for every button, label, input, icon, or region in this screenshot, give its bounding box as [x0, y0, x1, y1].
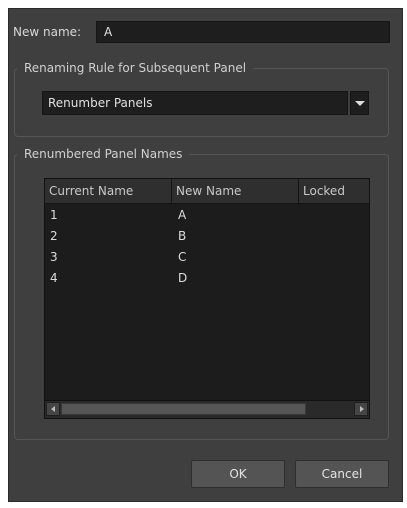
- column-header-new-name[interactable]: New Name: [172, 179, 299, 203]
- ok-button[interactable]: OK: [191, 460, 285, 488]
- new-name-label: New name:: [13, 25, 82, 39]
- renaming-rule-title: Renaming Rule for Subsequent Panel: [17, 61, 254, 75]
- cell-current-name: 4: [50, 271, 58, 285]
- table-row[interactable]: 2 B: [45, 227, 369, 248]
- chevron-down-icon[interactable]: [350, 91, 369, 115]
- cell-new-name: C: [178, 250, 187, 264]
- cell-new-name: A: [178, 208, 187, 222]
- table-row[interactable]: 4 D: [45, 269, 369, 290]
- column-header-locked[interactable]: Locked: [299, 179, 371, 203]
- table-row[interactable]: 3 C: [45, 248, 369, 269]
- cell-current-name: 3: [50, 250, 58, 264]
- cell-new-name: B: [178, 229, 187, 243]
- scroll-right-icon[interactable]: [354, 402, 368, 416]
- new-name-input[interactable]: A: [96, 21, 390, 43]
- cell-current-name: 2: [50, 229, 58, 243]
- renaming-rule-select[interactable]: Renumber Panels: [42, 91, 348, 115]
- scrollbar-thumb[interactable]: [61, 403, 306, 415]
- scroll-left-icon[interactable]: [46, 402, 60, 416]
- column-header-current-name[interactable]: Current Name: [45, 179, 172, 203]
- renumbered-panel-names-title: Renumbered Panel Names: [17, 147, 190, 161]
- cell-current-name: 1: [50, 208, 58, 222]
- cell-new-name: D: [178, 271, 188, 285]
- cancel-button[interactable]: Cancel: [295, 460, 389, 488]
- table-header: Current Name New Name Locked: [45, 179, 369, 204]
- panel-names-table: Current Name New Name Locked 1 A 2 B 3 C…: [44, 178, 370, 419]
- table-row[interactable]: 1 A: [45, 206, 369, 227]
- horizontal-scrollbar[interactable]: [45, 400, 369, 418]
